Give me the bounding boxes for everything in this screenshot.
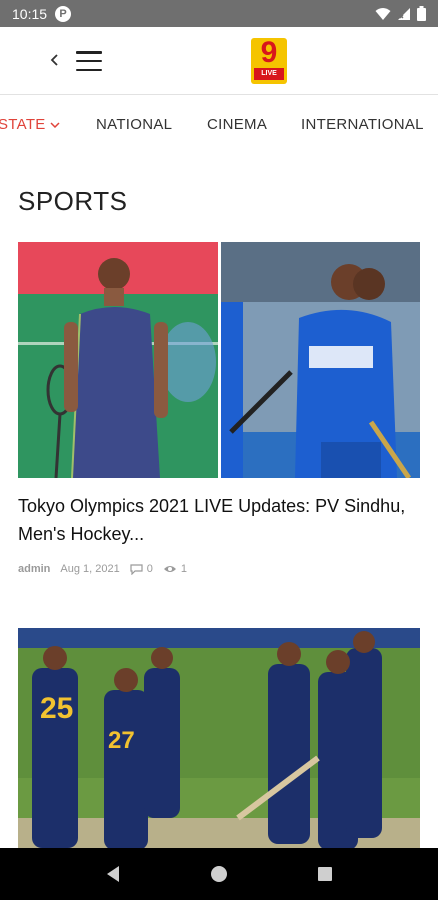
system-nav-bar xyxy=(0,848,438,900)
square-recents-icon xyxy=(318,867,332,881)
chevron-left-icon xyxy=(50,54,58,66)
nav-recents-button[interactable] xyxy=(313,862,337,886)
badminton-photo xyxy=(18,242,218,478)
eye-icon xyxy=(163,566,176,572)
app-notification-icon: P xyxy=(55,5,72,22)
wifi-icon xyxy=(375,7,391,20)
comments-value: 0 xyxy=(146,563,153,575)
status-time: 10:15 xyxy=(12,5,48,22)
battery-icon xyxy=(417,6,426,21)
logo-subtext: LIVE xyxy=(254,68,284,80)
tab-international[interactable]: INTERNATIONAL xyxy=(301,116,424,133)
article-image[interactable] xyxy=(18,242,420,478)
hamburger-line xyxy=(76,68,102,71)
nav-back-button[interactable] xyxy=(101,862,125,886)
article-title[interactable]: Tokyo Olympics 2021 LIVE Updates: PV Sin… xyxy=(18,492,418,548)
signal-icon xyxy=(398,7,410,20)
views-value: 1 xyxy=(180,563,187,575)
app-header: 9 LIVE xyxy=(0,27,438,95)
tab-national[interactable]: NATIONAL xyxy=(96,116,172,133)
comments-count: 0 xyxy=(130,563,153,575)
hamburger-line xyxy=(76,59,102,63)
chevron-down-icon xyxy=(50,118,60,132)
article-image[interactable]: 25 27 xyxy=(18,628,420,850)
article-date: Aug 1, 2021 xyxy=(60,563,120,575)
hockey-photo xyxy=(221,242,420,478)
views-count: 1 xyxy=(163,563,187,575)
comment-icon xyxy=(130,563,143,575)
svg-text:27: 27 xyxy=(108,727,135,754)
section-title: SPORTS xyxy=(18,186,128,216)
nav-home-button[interactable] xyxy=(207,862,231,886)
tab-state[interactable]: STATE xyxy=(0,116,60,133)
article-author[interactable]: admin xyxy=(18,563,50,575)
status-bar: 10:15 P xyxy=(0,0,438,27)
back-button[interactable] xyxy=(44,47,66,73)
category-tabs: STATE NATIONAL CINEMA INTERNATIONAL xyxy=(0,96,438,154)
triangle-back-icon xyxy=(107,866,119,882)
menu-button[interactable] xyxy=(74,49,104,73)
tab-cinema[interactable]: CINEMA xyxy=(207,116,267,133)
hamburger-icon xyxy=(76,51,102,54)
circle-home-icon xyxy=(211,866,227,882)
svg-text:25: 25 xyxy=(40,692,73,725)
logo-number: 9 xyxy=(260,38,278,69)
app-logo[interactable]: 9 LIVE xyxy=(251,38,287,84)
article-meta: admin Aug 1, 2021 0 1 xyxy=(18,563,187,575)
tab-label: STATE xyxy=(0,116,46,133)
status-icons xyxy=(375,6,426,21)
